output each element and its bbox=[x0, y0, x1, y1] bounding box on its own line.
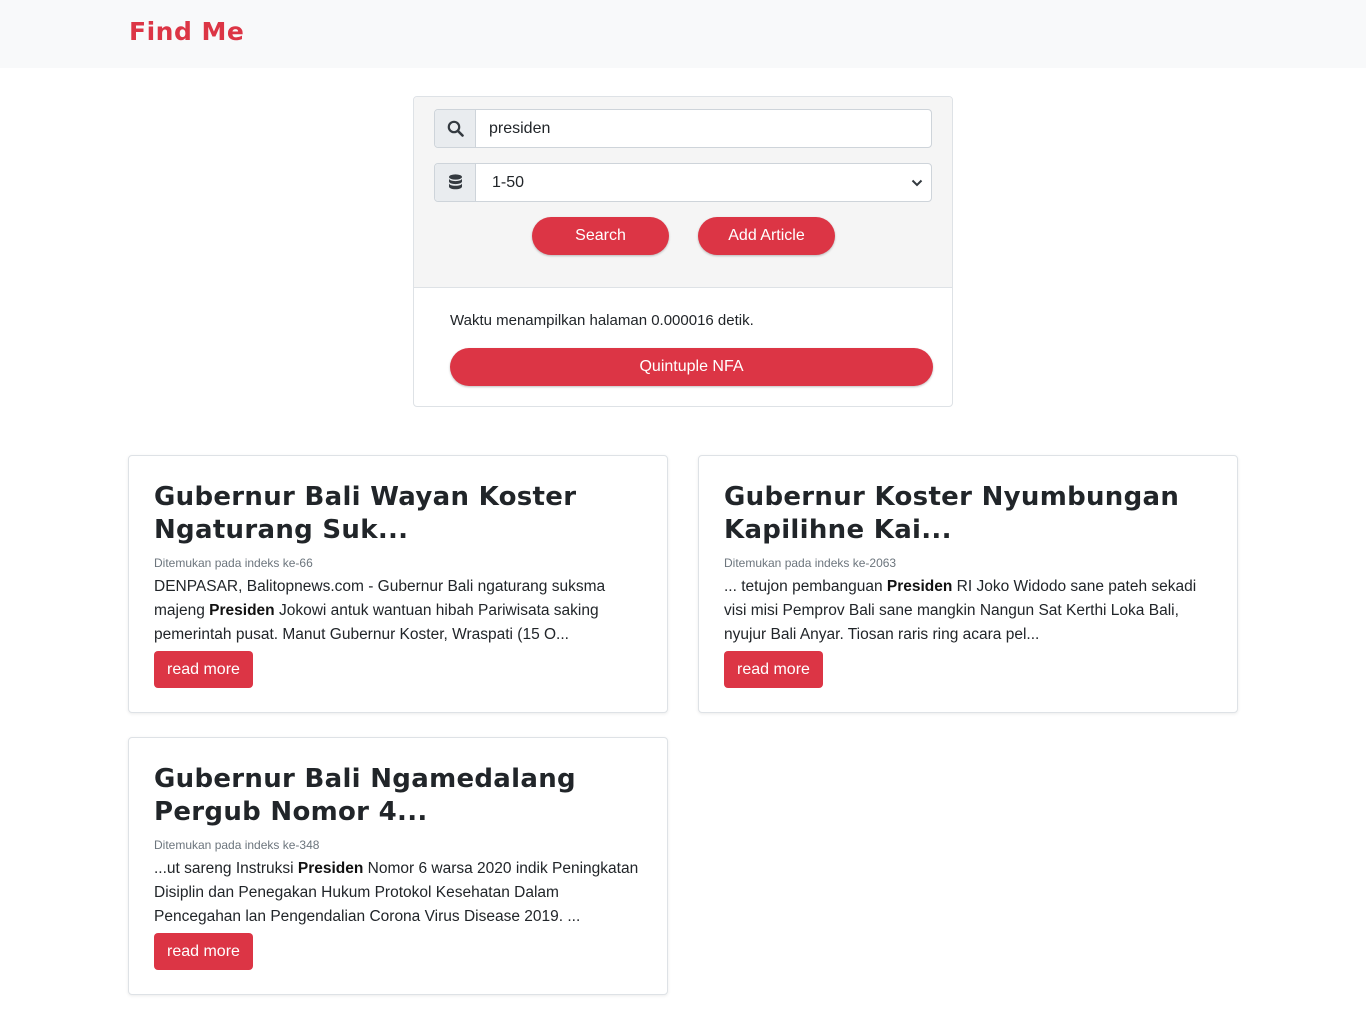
result-card: Gubernur Bali Ngamedalang Pergub Nomor 4… bbox=[128, 737, 668, 995]
result-snippet: ...ut sareng Instruksi Presiden Nomor 6 … bbox=[154, 860, 639, 925]
read-more-button[interactable]: read more bbox=[724, 651, 823, 688]
read-more-button[interactable]: read more bbox=[154, 651, 253, 688]
read-more-button[interactable]: read more bbox=[154, 933, 253, 970]
result-title: Gubernur Bali Ngamedalang Pergub Nomor 4… bbox=[154, 764, 576, 827]
range-select[interactable]: 1-50 bbox=[476, 164, 931, 201]
result-index: Ditemukan pada indeks ke-2063 bbox=[724, 556, 897, 570]
result-snippet: DENPASAR, Balitopnews.com - Gubernur Bal… bbox=[154, 578, 606, 643]
search-form: 1-50 Search Add Article bbox=[414, 97, 952, 288]
result-index: Ditemukan pada indeks ke-66 bbox=[154, 556, 313, 570]
database-icon bbox=[435, 164, 476, 201]
search-input[interactable] bbox=[489, 119, 931, 138]
range-select-value: 1-50 bbox=[492, 173, 525, 191]
range-select-group: 1-50 bbox=[434, 163, 932, 202]
result-title: Gubernur Bali Wayan Koster Ngaturang Suk… bbox=[154, 482, 577, 545]
brand-logo[interactable]: Find Me bbox=[129, 17, 244, 46]
timing-text: Waktu menampilkan halaman 0.000016 detik… bbox=[450, 312, 754, 329]
result-title: Gubernur Koster Nyumbungan Kapilihne Kai… bbox=[724, 482, 1180, 545]
chevron-down-icon bbox=[911, 179, 923, 186]
result-snippet: ... tetujon pembanguan Presiden RI Joko … bbox=[724, 578, 1197, 643]
search-button[interactable]: Search bbox=[532, 217, 669, 255]
highlight-term: Presiden bbox=[209, 602, 275, 619]
result-card: Gubernur Bali Wayan Koster Ngaturang Suk… bbox=[128, 455, 668, 713]
add-article-button[interactable]: Add Article bbox=[698, 217, 835, 255]
quintuple-nfa-button[interactable]: Quintuple NFA bbox=[450, 348, 933, 386]
search-icon bbox=[435, 110, 476, 147]
search-panel: 1-50 Search Add Article Waktu menampilka… bbox=[413, 96, 953, 407]
result-index: Ditemukan pada indeks ke-348 bbox=[154, 838, 320, 852]
navbar: Find Me bbox=[0, 0, 1366, 68]
search-input-group bbox=[434, 109, 932, 148]
result-card: Gubernur Koster Nyumbungan Kapilihne Kai… bbox=[698, 455, 1238, 713]
highlight-term: Presiden bbox=[297, 860, 364, 877]
highlight-term: Presiden bbox=[886, 578, 953, 595]
